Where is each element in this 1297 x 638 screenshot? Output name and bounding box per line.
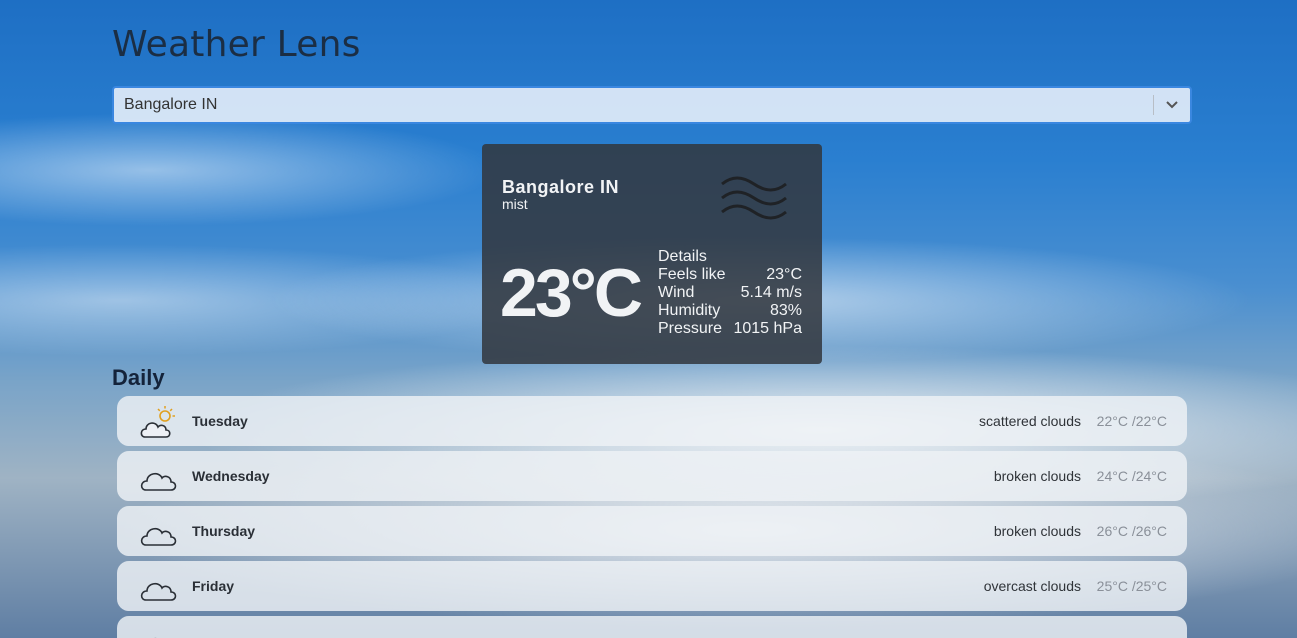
partly-cloudy-icon — [139, 404, 179, 445]
detail-label: Feels like — [658, 266, 726, 283]
cloud-icon — [139, 514, 179, 555]
current-temperature: 23°C — [500, 255, 643, 331]
day-condition: overcast clouds — [983, 578, 1081, 594]
day-name: Friday — [192, 578, 235, 594]
day-temp-range: 22°C /22°C — [1096, 413, 1167, 429]
cloud-icon — [139, 459, 179, 500]
detail-row-wind: Wind 5.14 m/s — [658, 284, 802, 302]
detail-value: 83% — [769, 302, 802, 319]
daily-row-tuesday[interactable]: Tuesday scattered clouds 22°C /22°C — [117, 396, 1187, 446]
detail-value: 23°C — [766, 266, 802, 283]
day-condition: scattered clouds — [979, 413, 1081, 429]
day-name: Tuesday — [192, 413, 248, 429]
detail-label: Wind — [658, 284, 695, 301]
city-select[interactable]: Bangalore IN — [112, 86, 1192, 124]
day-name: Thursday — [192, 523, 256, 539]
detail-row-pressure: Pressure 1015 hPa — [658, 320, 802, 338]
day-temp-range: 26°C /26°C — [1096, 523, 1167, 539]
app-title: Weather Lens — [112, 24, 361, 65]
detail-label: Pressure — [658, 320, 723, 337]
chevron-down-icon[interactable] — [1154, 88, 1190, 122]
day-condition: broken clouds — [993, 523, 1081, 539]
mist-icon — [718, 176, 790, 225]
day-temp-range: 25°C /25°C — [1096, 578, 1167, 594]
detail-row-humidity: Humidity 83% — [658, 302, 802, 320]
cloud-icon — [139, 569, 179, 610]
daily-row-friday[interactable]: Friday overcast clouds 25°C /25°C — [117, 561, 1187, 611]
current-city: Bangalore IN — [502, 177, 620, 197]
current-weather-card: Bangalore IN mist 23°C Details Feels lik… — [482, 144, 822, 364]
daily-row-partial[interactable] — [117, 616, 1187, 638]
details-heading: Details — [658, 248, 707, 265]
detail-value: 1015 hPa — [733, 320, 802, 337]
current-description: mist — [502, 196, 528, 212]
city-select-value: Bangalore IN — [124, 96, 218, 113]
cloud-icon — [139, 624, 179, 638]
daily-row-wednesday[interactable]: Wednesday broken clouds 24°C /24°C — [117, 451, 1187, 501]
detail-value: 5.14 m/s — [740, 284, 802, 301]
day-condition: broken clouds — [993, 468, 1081, 484]
detail-label: Humidity — [658, 302, 721, 319]
day-name: Wednesday — [192, 468, 270, 484]
daily-heading: Daily — [112, 365, 165, 390]
detail-row-feels-like: Feels like 23°C — [658, 266, 802, 284]
daily-row-thursday[interactable]: Thursday broken clouds 26°C /26°C — [117, 506, 1187, 556]
details-panel: Details Feels like 23°C Wind 5.14 m/s Hu… — [658, 248, 802, 338]
day-temp-range: 24°C /24°C — [1096, 468, 1167, 484]
